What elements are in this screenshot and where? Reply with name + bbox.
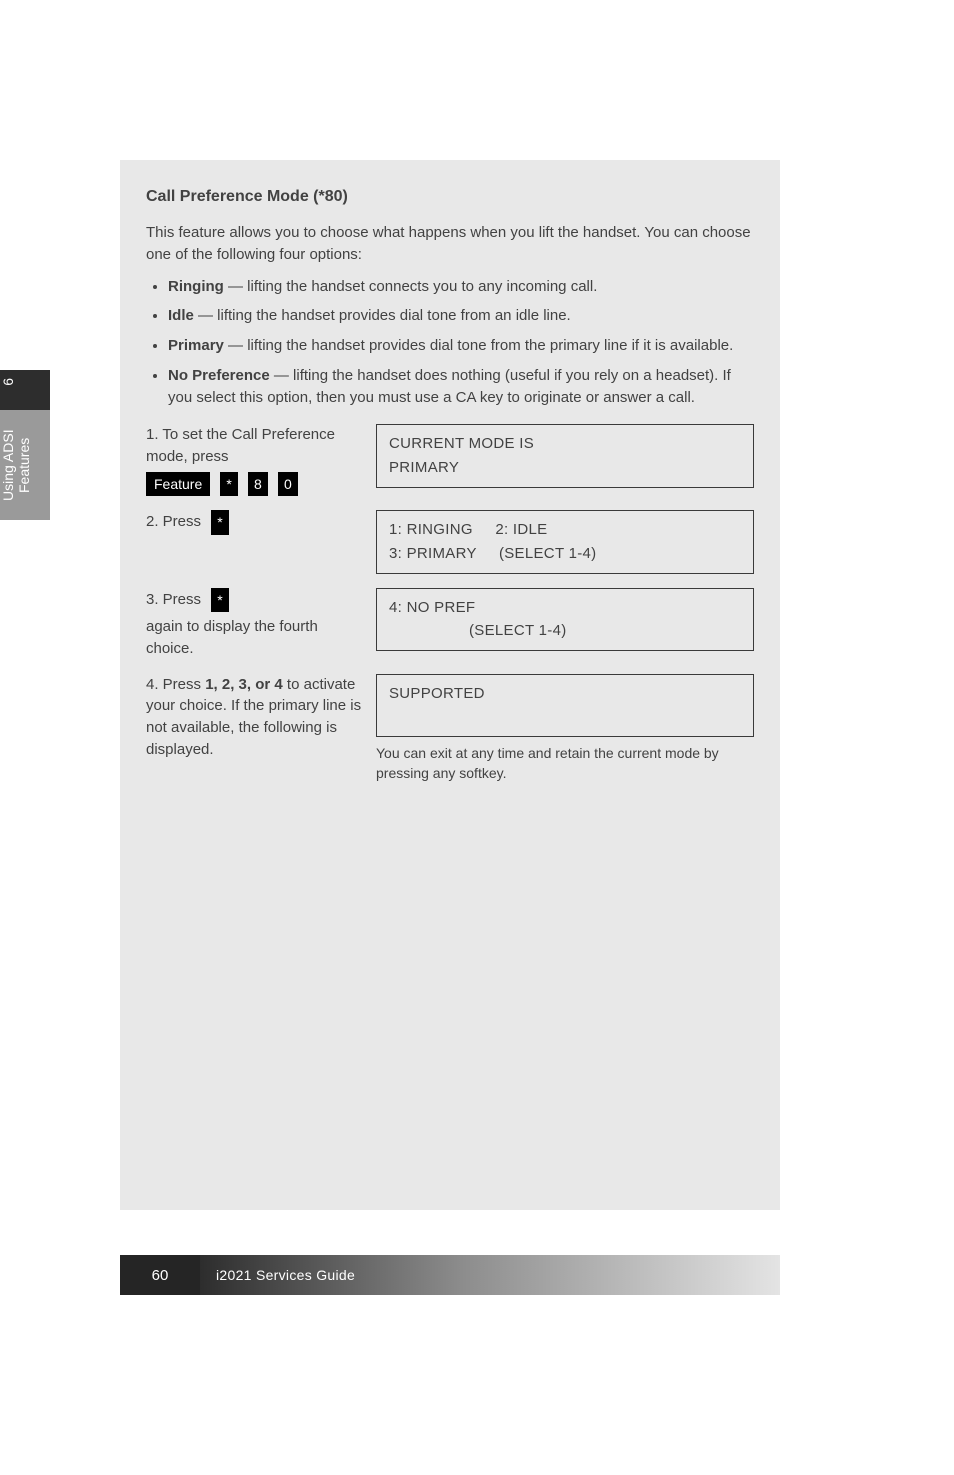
lcd-segment: (SELECT 1-4) [499, 543, 597, 565]
lcd-display: SUPPORTED [376, 674, 754, 738]
lcd-display: 1: RINGING 2: IDLE 3: PRIMARY (SELECT 1-… [376, 510, 754, 574]
side-tab-section: Using ADSI Features [0, 410, 32, 520]
option-label: Idle [168, 307, 194, 324]
lcd-line: CURRENT MODE IS [389, 433, 741, 455]
step-2: 2. Press * 1: RINGING 2: IDLE 3: PRIMARY… [146, 510, 754, 574]
section-intro: This feature allows you to choose what h… [146, 222, 754, 266]
lcd-line: 3: PRIMARY (SELECT 1-4) [389, 543, 741, 565]
lcd-segment: 2: IDLE [495, 519, 547, 541]
step-text: 3. Press [146, 591, 201, 608]
lcd-display: 4: NO PREF (SELECT 1-4) [376, 588, 754, 652]
footer-title: i2021 Services Guide [200, 1255, 780, 1295]
option-list: Ringing — lifting the handset connects y… [146, 276, 754, 409]
option-desc: — lifting the handset connects you to an… [224, 278, 598, 295]
option-desc: — lifting the handset provides dial tone… [194, 307, 571, 324]
key-star: * [220, 472, 237, 496]
option-label: No Preference [168, 367, 270, 384]
step-text: 1. To set the Call Preference mode, pres… [146, 424, 366, 468]
lcd-line: 1: RINGING 2: IDLE [389, 519, 741, 541]
option-label: Primary [168, 337, 224, 354]
list-item: Primary — lifting the handset provides d… [168, 335, 754, 357]
step-footnote: You can exit at any time and retain the … [376, 743, 754, 784]
side-tab-number: 6 [0, 370, 16, 394]
step-text: 2. Press [146, 513, 201, 530]
step-3: 3. Press * again to display the fourth c… [146, 588, 754, 660]
key-star: * [211, 510, 228, 534]
step-text: 4. Press [146, 676, 201, 693]
key-star: * [211, 588, 228, 612]
step-keys-text: 1, 2, 3, or 4 [205, 676, 283, 693]
page-number: 60 [120, 1255, 200, 1295]
page-footer: 60 i2021 Services Guide [120, 1255, 780, 1295]
lcd-line: 4: NO PREF [389, 597, 741, 619]
key-8: 8 [248, 472, 268, 496]
list-item: No Preference — lifting the handset does… [168, 365, 754, 409]
list-item: Ringing — lifting the handset connects y… [168, 276, 754, 298]
lcd-display: CURRENT MODE IS PRIMARY [376, 424, 754, 488]
step-note: again to display the fourth choice. [146, 616, 366, 660]
section-heading: Call Preference Mode (*80) [146, 185, 754, 208]
content-panel: Call Preference Mode (*80) This feature … [120, 160, 780, 1210]
step-4: 4. Press 1, 2, 3, or 4 to activate your … [146, 674, 754, 794]
key-feature: Feature [146, 472, 210, 496]
lcd-line: (SELECT 1-4) [389, 620, 741, 642]
key-0: 0 [278, 472, 298, 496]
lcd-line: SUPPORTED [389, 683, 741, 705]
list-item: Idle — lifting the handset provides dial… [168, 305, 754, 327]
step-1: 1. To set the Call Preference mode, pres… [146, 424, 754, 496]
lcd-segment: 1: RINGING [389, 521, 473, 538]
option-desc: — lifting the handset provides dial tone… [224, 337, 733, 354]
lcd-line: PRIMARY [389, 457, 741, 479]
option-label: Ringing [168, 278, 224, 295]
lcd-segment: 3: PRIMARY [389, 545, 476, 562]
